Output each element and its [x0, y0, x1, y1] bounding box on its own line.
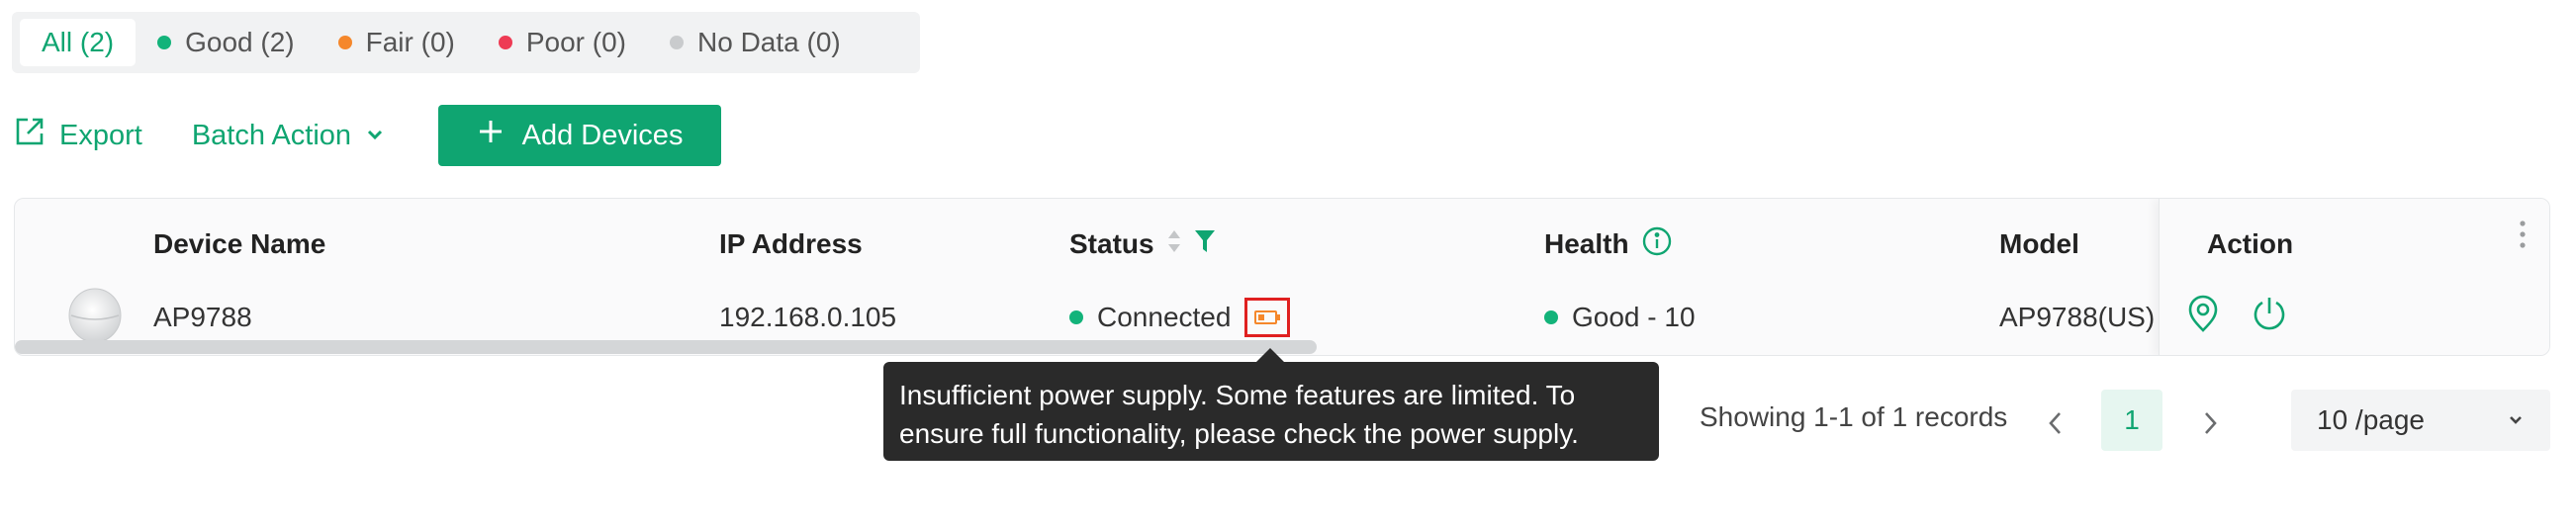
filter-tab-label: Good (2) [185, 27, 295, 57]
filter-tab-label: Poor (0) [525, 27, 627, 57]
column-header-label: Model [1999, 228, 2079, 259]
model-cell: AP9788(US) v [1999, 296, 2177, 339]
filter-icon[interactable] [1194, 228, 1216, 261]
filter-tab-poor[interactable]: Poor (0) [477, 19, 648, 66]
column-header-label: Action [2207, 228, 2294, 259]
poor-status-dot [498, 36, 512, 49]
column-header-label: IP Address [719, 228, 863, 259]
tooltip-text-line: Insufficient power supply. Some features… [899, 380, 1576, 410]
filter-tab-label: No Data (0) [697, 27, 841, 57]
battery-warning-icon[interactable] [1244, 298, 1291, 337]
ip-address: 192.168.0.105 [719, 302, 897, 332]
column-header-model[interactable]: Model [1999, 224, 2079, 264]
sort-icon[interactable] [1166, 228, 1182, 261]
good-status-dot [157, 36, 172, 49]
health-cell: Good - 10 [1544, 296, 1696, 339]
tooltip-text-line: ensure full functionality, please check … [899, 418, 1579, 449]
status-text: Connected [1097, 302, 1232, 332]
filter-tab-no-data[interactable]: No Data (0) [648, 19, 863, 66]
filter-tab-label: Fair (0) [365, 27, 455, 57]
column-header-label: Health [1544, 228, 1629, 259]
column-header-label: Device Name [153, 228, 326, 259]
batch-action-dropdown[interactable]: Batch Action [192, 120, 385, 152]
device-name-cell[interactable]: AP9788 [153, 296, 252, 339]
column-header-ip-address[interactable]: IP Address [719, 224, 863, 264]
chevron-down-icon [2507, 404, 2525, 436]
action-column: Action [2159, 199, 2549, 355]
export-button[interactable]: Export [14, 116, 142, 155]
column-header-action: Action [2207, 224, 2293, 264]
export-icon [14, 116, 46, 155]
prev-page-button[interactable] [2036, 403, 2075, 443]
filter-tab-all[interactable]: All (2) [20, 19, 137, 66]
horizontal-scrollbar[interactable] [15, 340, 1317, 354]
model-text: AP9788(US) v [1999, 302, 2176, 332]
locate-icon[interactable] [2185, 294, 2221, 338]
add-devices-button[interactable]: Add Devices [438, 105, 722, 166]
column-header-device-name[interactable]: Device Name [153, 224, 325, 264]
next-page-button[interactable] [2190, 403, 2230, 443]
more-vertical-icon[interactable] [2518, 219, 2528, 255]
connected-status-dot [1069, 310, 1083, 324]
page-number-button[interactable]: 1 [2101, 390, 2162, 451]
good-health-dot [1544, 310, 1558, 324]
filter-tab-label: All (2) [42, 27, 115, 57]
health-text: Good - 10 [1572, 302, 1696, 332]
plus-icon [477, 118, 505, 153]
info-icon[interactable] [1641, 225, 1673, 264]
add-devices-label: Add Devices [521, 119, 684, 151]
column-header-label: Status [1069, 228, 1154, 259]
chevron-down-icon [365, 120, 385, 152]
page-size-value: 10 /page [2317, 404, 2425, 435]
tooltip-arrow [1256, 348, 1284, 362]
filter-tab-fair[interactable]: Fair (0) [317, 19, 477, 66]
fair-status-dot [337, 36, 352, 49]
device-thumbnail [66, 286, 124, 345]
device-table: Device Name IP Address Status Health Mod… [14, 198, 2550, 356]
records-summary: Showing 1-1 of 1 records [1700, 401, 2008, 432]
page-size-select[interactable]: 10 /page [2291, 390, 2550, 451]
column-header-status[interactable]: Status [1069, 224, 1216, 264]
device-name: AP9788 [153, 302, 252, 332]
device-toolbar: Export Batch Action Add Devices [14, 105, 722, 166]
no-data-status-dot [670, 36, 685, 49]
column-header-health[interactable]: Health [1544, 224, 1673, 264]
export-label: Export [59, 119, 142, 151]
status-cell: Connected [1069, 296, 1291, 339]
power-icon[interactable] [2251, 294, 2288, 338]
batch-action-label: Batch Action [191, 119, 352, 151]
power-warning-tooltip: Insufficient power supply. Some features… [883, 362, 1659, 461]
health-filter-tabs: All (2) Good (2) Fair (0) Poor (0) No Da… [12, 12, 920, 73]
ip-address-cell: 192.168.0.105 [719, 296, 896, 339]
filter-tab-good[interactable]: Good (2) [136, 19, 317, 66]
